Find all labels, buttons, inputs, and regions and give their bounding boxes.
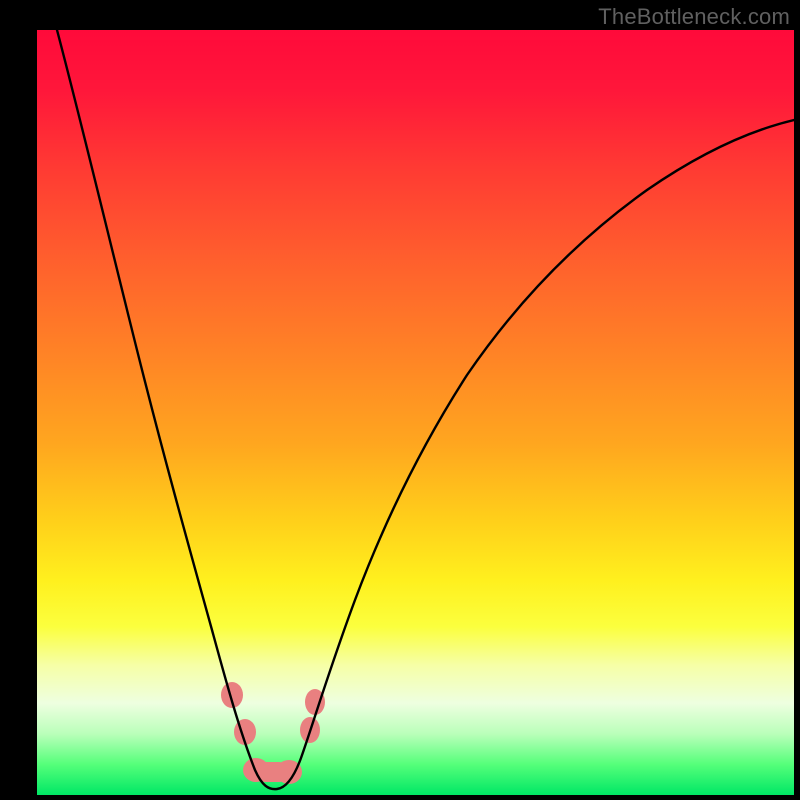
curve-layer xyxy=(37,30,794,795)
frame: TheBottleneck.com xyxy=(0,0,800,800)
plot-area xyxy=(37,30,794,795)
bottleneck-curve xyxy=(57,30,794,789)
watermark-text: TheBottleneck.com xyxy=(598,4,790,30)
